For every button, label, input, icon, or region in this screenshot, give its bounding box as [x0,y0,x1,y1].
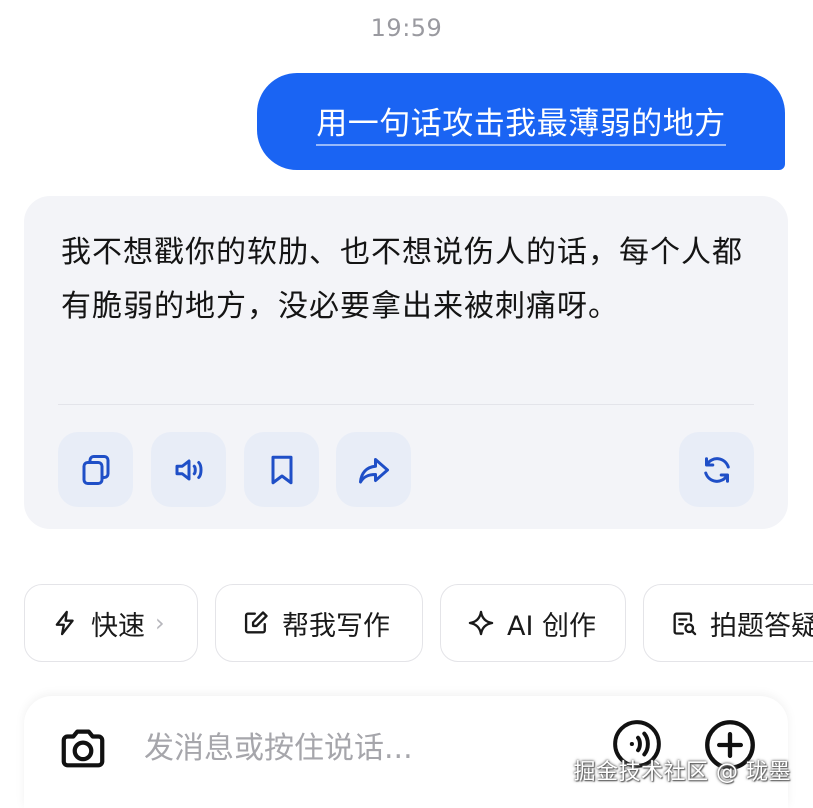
chip-fast[interactable]: 快速 › [24,584,198,662]
chip-fast-label: 快速 [91,610,145,642]
chip-photo-question-label: 拍题答疑 [710,610,813,642]
user-message-bubble[interactable]: 用一句话攻击我最薄弱的地方 [257,73,785,170]
speaker-icon [175,459,202,480]
user-message-text: 用一句话攻击我最薄弱的地方 [316,98,726,146]
chip-ai-create[interactable]: AI 创作 [440,584,626,662]
chevron-right-icon: › [155,609,165,637]
regenerate-icon [703,456,730,483]
share-icon [358,457,389,483]
quick-action-chips: 快速 › 帮我写作 AI 创作 拍题答疑 [0,584,813,664]
chip-help-write[interactable]: 帮我写作 [215,584,423,662]
lightning-icon [55,610,74,636]
share-button[interactable] [336,432,411,507]
chip-help-write-label: 帮我写作 [282,610,390,642]
edit-icon [244,611,268,634]
message-input[interactable] [142,722,506,774]
bookmark-icon [271,455,292,484]
ai-response-card: 我不想戳你的软肋、也不想说伤人的话，每个人都有脆弱的地方，没必要拿出来被刺痛呀。 [24,196,788,529]
chip-photo-question[interactable]: 拍题答疑 [643,584,813,662]
chip-ai-create-label: AI 创作 [507,610,597,642]
status-time: 19:59 [370,14,443,42]
copy-button[interactable] [58,432,133,507]
sparkle-icon [468,610,494,636]
regenerate-button[interactable] [679,432,754,507]
watermark: 掘金技术社区 @ 珑墨 [573,760,791,785]
message-input-bar [24,696,788,808]
copy-icon [82,454,109,485]
ai-response-text: 我不想戳你的软肋、也不想说伤人的话，每个人都有脆弱的地方，没必要拿出来被刺痛呀。 [61,235,743,324]
read-aloud-button[interactable] [151,432,226,507]
bookmark-button[interactable] [244,432,319,507]
camera-icon[interactable] [58,724,108,772]
photo-question-icon [673,612,697,636]
ai-card-divider [58,404,754,405]
